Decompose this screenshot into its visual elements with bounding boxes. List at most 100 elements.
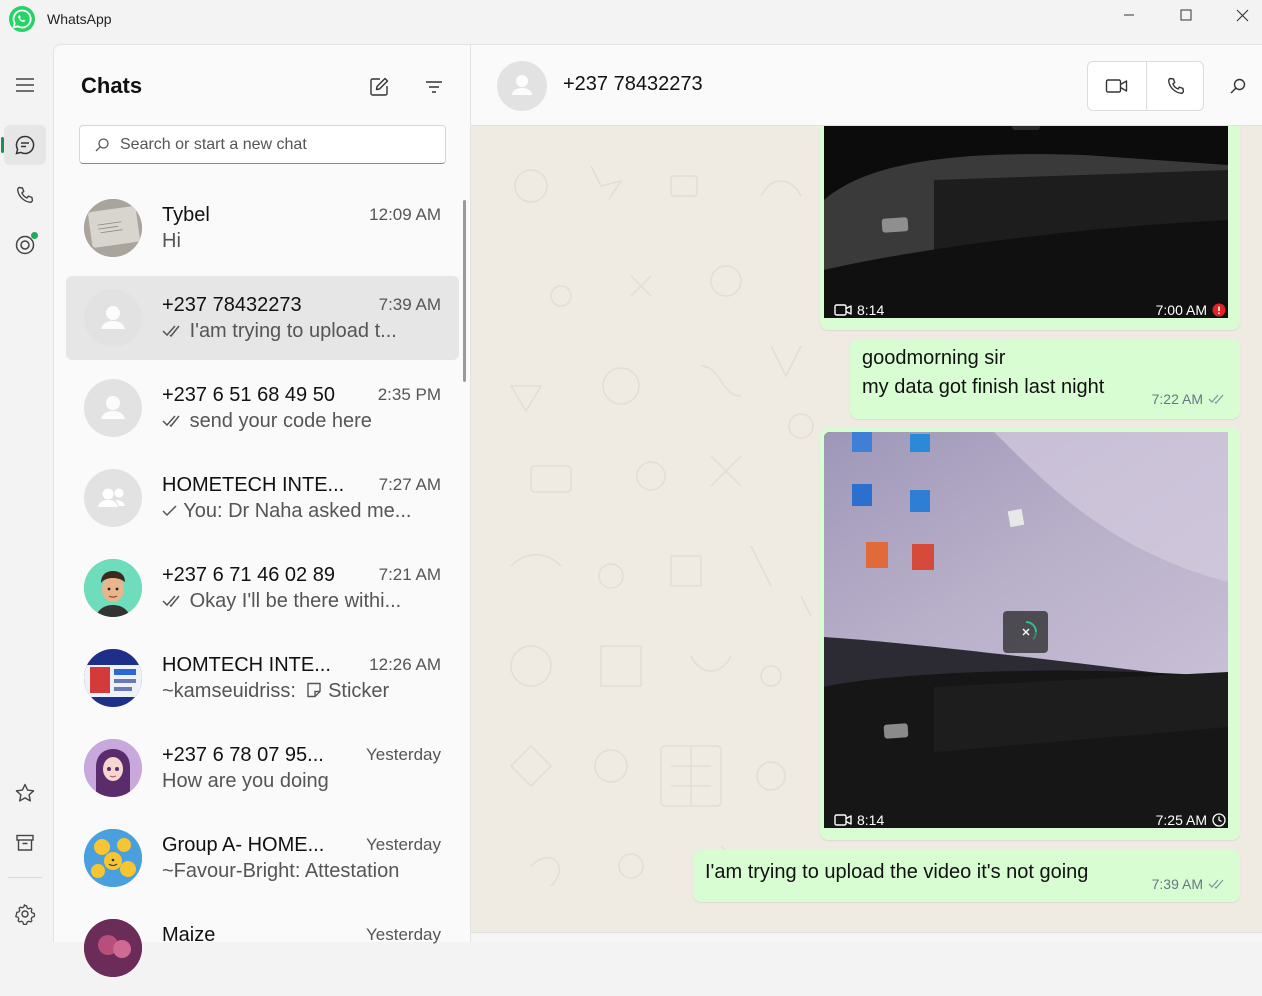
time-text: 7:22 AM <box>1151 391 1203 407</box>
new-chat-icon[interactable] <box>362 71 396 103</box>
chat-item[interactable]: +237 6 71 46 02 89 7:21 AM Okay I'll be … <box>66 546 459 630</box>
upload-progress-icon <box>1022 621 1037 640</box>
call-buttons <box>1087 61 1204 111</box>
chat-time: Yesterday <box>366 925 441 944</box>
chat-name: +237 6 78 07 95... <box>162 744 324 766</box>
voice-call-icon[interactable] <box>1147 62 1205 110</box>
whatsapp-logo-icon <box>9 6 35 32</box>
starred-icon[interactable] <box>4 773 46 813</box>
video-thumbnail[interactable]: 8:14 7:00 AM <box>824 126 1236 326</box>
video-duration: 8:14 <box>834 302 884 318</box>
text-message[interactable]: goodmorning sir my data got finish last … <box>850 339 1240 419</box>
navigation-rail <box>0 44 53 942</box>
search-input[interactable] <box>120 135 420 154</box>
app-title: WhatsApp <box>47 11 112 27</box>
avatar <box>84 829 142 887</box>
archived-icon[interactable] <box>4 823 46 863</box>
double-check-icon <box>1208 394 1224 404</box>
contact-name[interactable]: +237 78432273 <box>563 73 703 96</box>
video-thumbnail[interactable]: 8:14 7:25 AM <box>824 432 1236 836</box>
avatar <box>84 649 142 707</box>
rail-divider <box>8 877 42 878</box>
time-text: 7:00 AM <box>1155 302 1207 318</box>
chat-name: Tybel <box>162 204 210 226</box>
double-check-icon <box>162 415 180 428</box>
chat-preview: Okay I'll be there withi... <box>162 590 424 613</box>
chat-time: 7:39 AM <box>378 295 441 314</box>
message-time: 7:00 AM <box>1156 302 1226 318</box>
text-message[interactable]: I'am trying to upload the video it's not… <box>693 850 1240 902</box>
chat-item[interactable]: Maize Yesterday <box>66 906 459 990</box>
conversation-panel: +237 78432273 8:14 7:00 AM goodmorning s… <box>471 44 1262 942</box>
error-icon[interactable] <box>1212 303 1226 317</box>
chat-name: +237 6 51 68 49 50 <box>162 384 335 406</box>
chat-name: HOMETECH INTE... <box>162 474 345 496</box>
message-time: 7:22 AM <box>1152 391 1226 407</box>
message-line-1: I'am trying to upload the video it's not… <box>705 861 1089 883</box>
time-text: 7:39 AM <box>1151 876 1203 892</box>
chat-time: 7:21 AM <box>378 565 441 584</box>
chat-preview-text: send your code here <box>189 410 372 432</box>
avatar <box>84 199 142 257</box>
duration-text: 8:14 <box>857 302 885 318</box>
settings-icon[interactable] <box>4 894 46 934</box>
chat-item-selected[interactable]: +237 78432273 7:39 AM I'am trying to upl… <box>66 276 459 360</box>
chat-name: HOMTECH INTE... <box>162 654 331 676</box>
video-call-icon[interactable] <box>1088 62 1146 110</box>
video-camera-icon <box>834 304 852 316</box>
double-check-icon <box>162 325 180 338</box>
chat-time: 7:27 AM <box>378 475 441 494</box>
chat-name: +237 6 71 46 02 89 <box>162 564 335 586</box>
chat-item[interactable]: HOMETECH INTE... 7:27 AM You: Dr Naha as… <box>66 456 459 540</box>
chat-list-panel: Chats Tybel 12:09 AM Hi +237 78432273 7:… <box>53 44 471 977</box>
video-duration: 8:14 <box>834 812 884 828</box>
chat-item[interactable]: +237 6 78 07 95... Yesterday How are you… <box>66 726 459 810</box>
chat-preview-text: Okay I'll be there withi... <box>189 590 402 612</box>
chat-preview-text: I'am trying to upload t... <box>189 320 397 342</box>
double-check-icon <box>162 595 180 608</box>
chat-item-tybel[interactable]: Tybel 12:09 AM Hi <box>66 186 459 270</box>
chat-preview: Hi <box>162 230 181 252</box>
conversation-header: +237 78432273 <box>471 44 1262 126</box>
menu-icon[interactable] <box>4 65 46 105</box>
calls-icon[interactable] <box>4 175 46 215</box>
avatar <box>84 559 142 617</box>
default-avatar-icon[interactable] <box>497 61 547 111</box>
chat-time: 12:26 AM <box>369 655 441 674</box>
avatar <box>84 739 142 797</box>
chat-preview: send your code here <box>162 410 424 433</box>
clock-pending-icon <box>1212 813 1226 827</box>
time-text: 7:25 AM <box>1155 812 1207 828</box>
chat-item[interactable]: Group A- HOME... Yesterday ~Favour-Brigh… <box>66 816 459 900</box>
default-avatar-icon <box>84 379 142 437</box>
search-icon <box>95 137 109 151</box>
duration-text: 8:14 <box>857 812 885 828</box>
chat-preview: How are you doing <box>162 770 329 792</box>
default-avatar-icon <box>84 289 142 347</box>
status-icon[interactable] <box>4 225 46 265</box>
search-box[interactable] <box>79 125 446 164</box>
filter-icon[interactable] <box>417 71 451 103</box>
message-composer[interactable] <box>471 932 1262 942</box>
minimize-button[interactable] <box>1100 0 1157 30</box>
video-message[interactable]: 8:14 7:00 AM <box>820 126 1240 330</box>
maximize-button[interactable] <box>1157 0 1214 30</box>
message-time: 7:39 AM <box>1152 876 1226 892</box>
title-bar: WhatsApp <box>0 0 1262 44</box>
search-messages-icon[interactable] <box>1223 71 1253 101</box>
chat-preview: ~Favour-Bright: Attestation <box>162 860 400 882</box>
video-message-uploading[interactable]: 8:14 7:25 AM <box>820 428 1240 840</box>
chats-icon[interactable] <box>1 125 46 165</box>
avatar <box>84 919 142 977</box>
group-avatar-icon <box>84 469 142 527</box>
close-window-button[interactable] <box>1214 0 1262 30</box>
chat-wallpaper: 8:14 7:00 AM goodmorning sir my data got… <box>471 126 1262 932</box>
cancel-upload-button[interactable] <box>1003 611 1048 653</box>
video-thumbnail-image <box>824 126 1228 318</box>
double-check-icon <box>1208 879 1224 889</box>
chats-title: Chats <box>81 73 143 98</box>
chat-item[interactable]: HOMTECH INTE... 12:26 AM ~kamseuidriss: … <box>66 636 459 720</box>
chat-list-scrollbar[interactable] <box>463 200 466 382</box>
chat-item[interactable]: +237 6 51 68 49 50 2:35 PM send your cod… <box>66 366 459 450</box>
chat-preview: I'am trying to upload t... <box>162 320 424 343</box>
